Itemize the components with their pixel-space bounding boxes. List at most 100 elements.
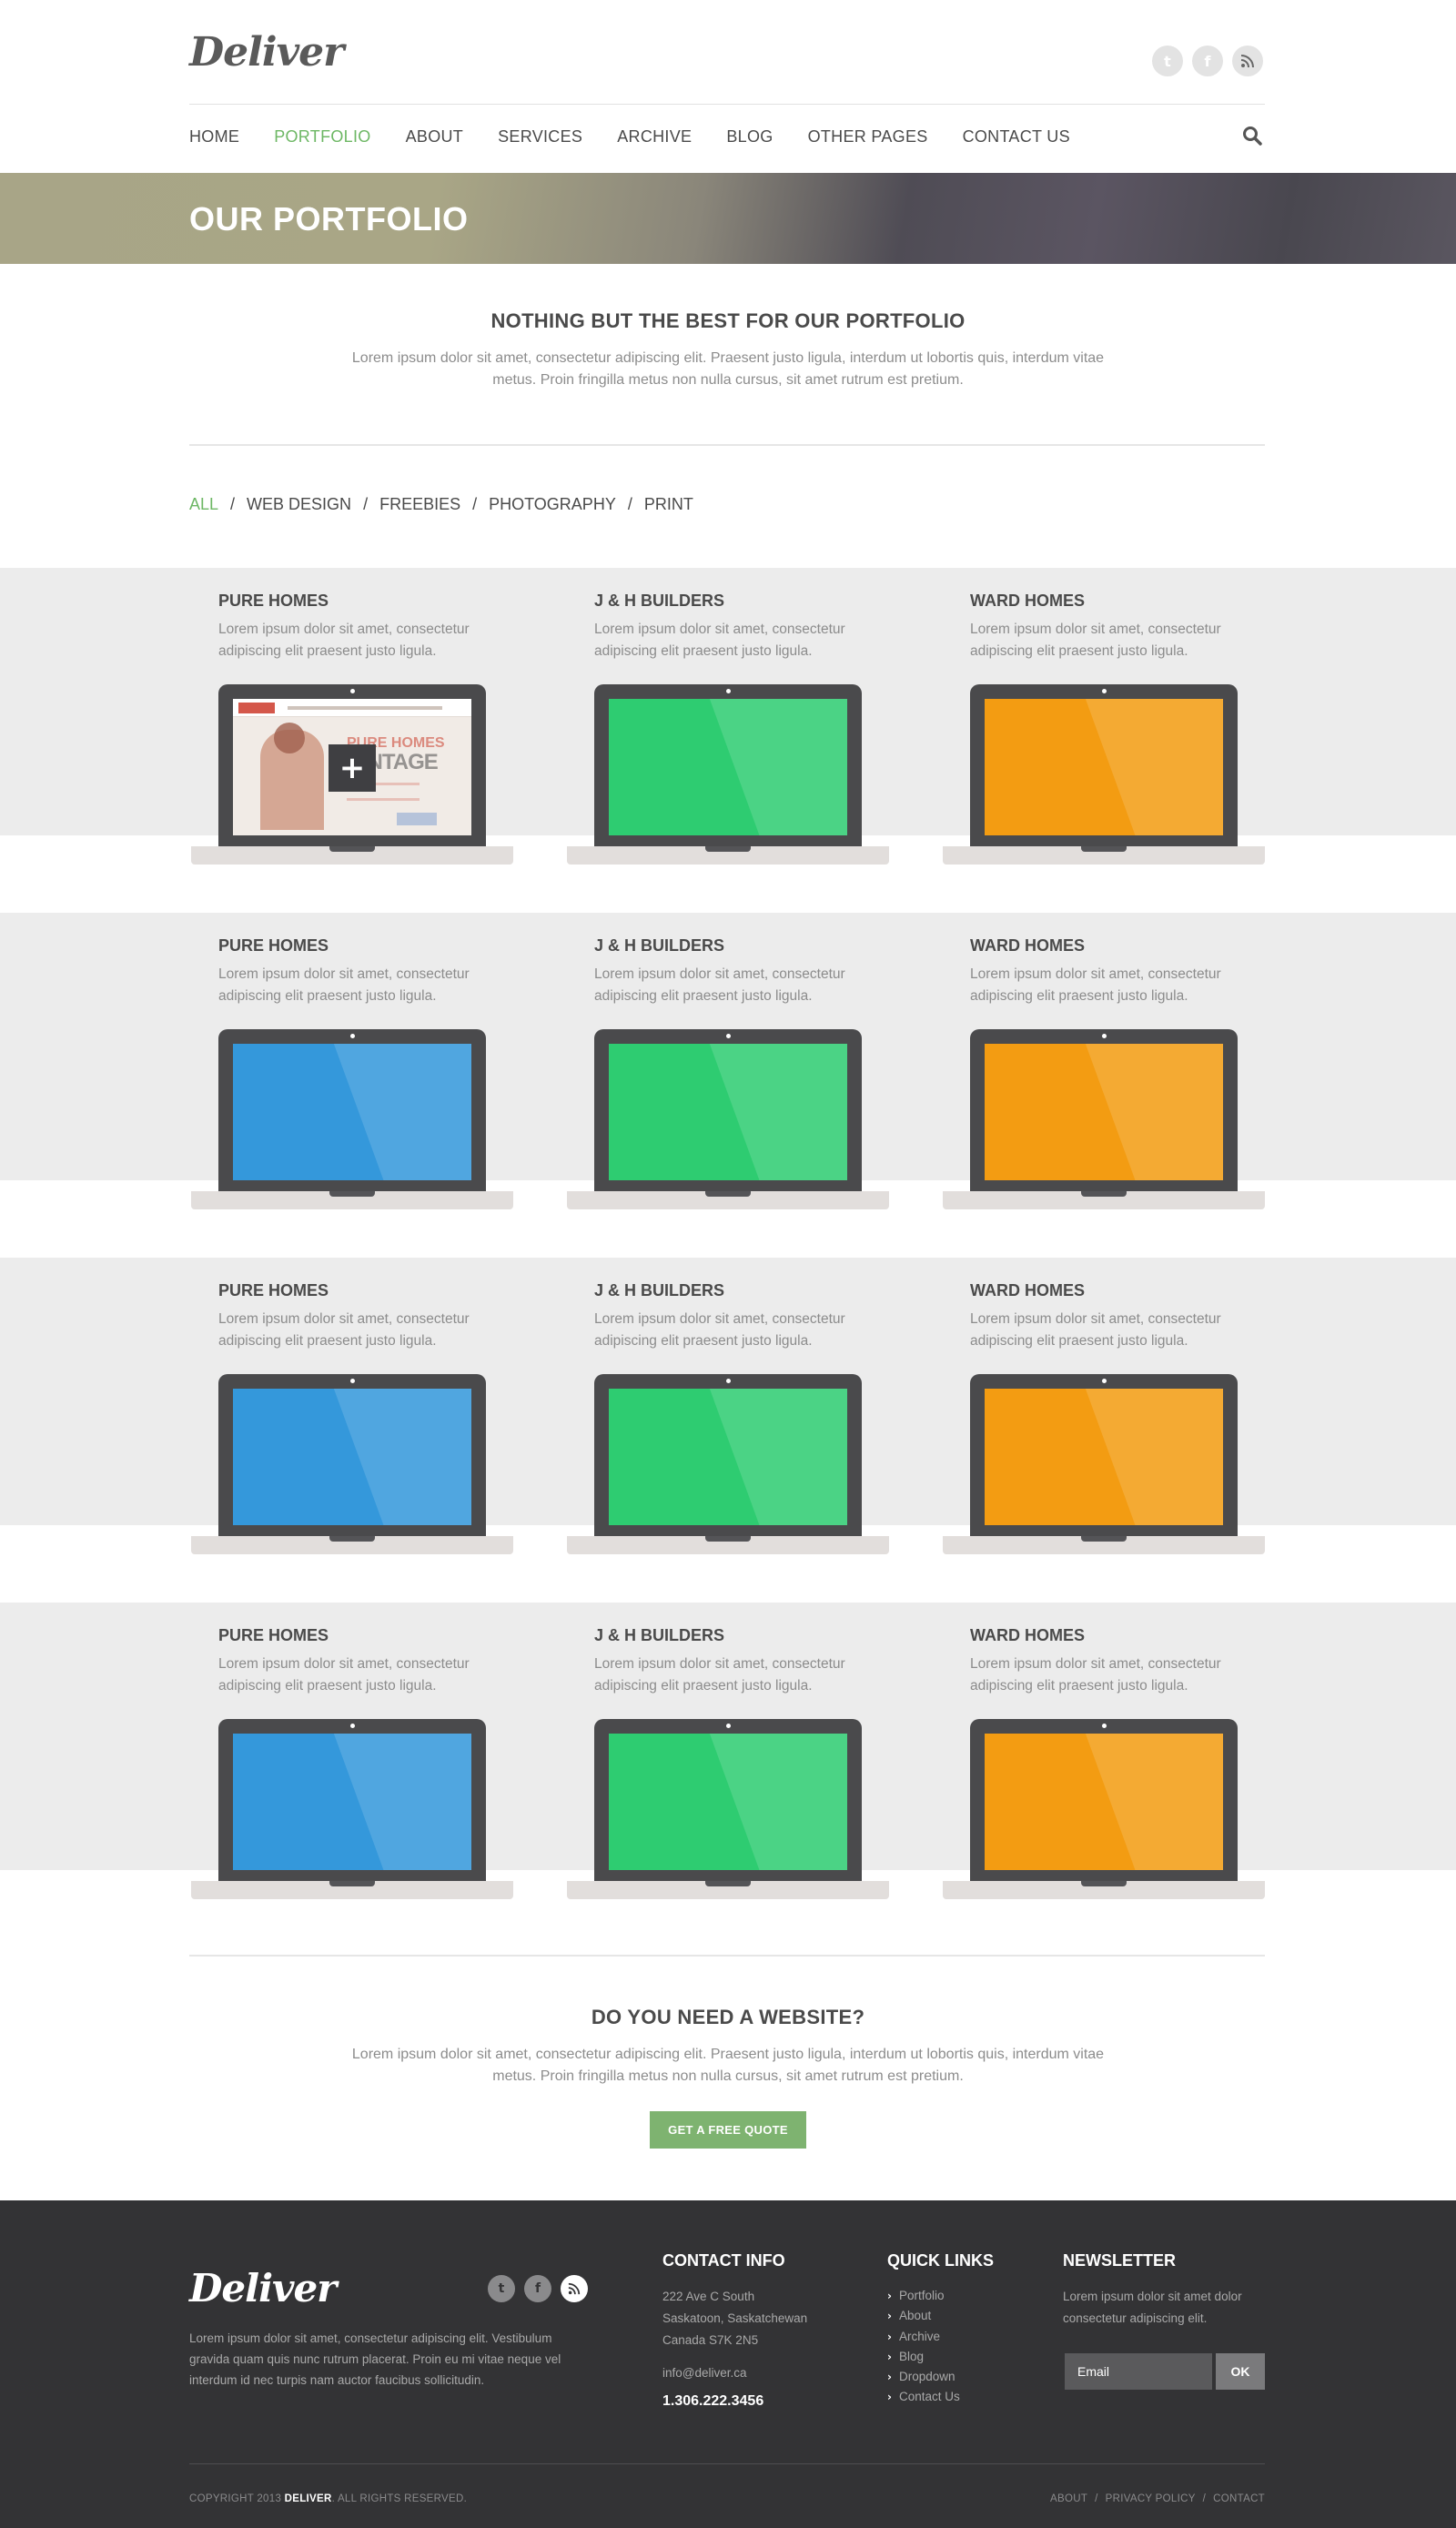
footer-link-privacy-policy[interactable]: PRIVACY POLICY bbox=[1106, 2493, 1196, 2504]
portfolio-item[interactable]: J & H BUILDERS Lorem ipsum dolor sit amet… bbox=[567, 1258, 889, 1602]
site-preview-image: PURE HOMES VANTAGE + bbox=[233, 699, 471, 835]
laptop-camera bbox=[350, 689, 355, 693]
cta-section: DO YOU NEED A WEBSITE? Lorem ipsum dolor… bbox=[0, 2006, 1456, 2149]
portfolio-item-title[interactable]: WARD HOMES bbox=[970, 592, 1085, 611]
filter-photography[interactable]: PHOTOGRAPHY bbox=[489, 495, 616, 514]
footer-link-contact[interactable]: CONTACT bbox=[1213, 2493, 1265, 2504]
rss-icon[interactable] bbox=[1232, 46, 1263, 76]
newsletter-text: Lorem ipsum dolor sit amet dolor consect… bbox=[1063, 2290, 1242, 2325]
intro-text: Lorem ipsum dolor sit amet, consectetur … bbox=[351, 350, 1105, 388]
quick-link-dropdown[interactable]: › Dropdown bbox=[887, 2367, 960, 2387]
portfolio-item[interactable]: WARD HOMES Lorem ipsum dolor sit amet, co… bbox=[943, 1603, 1265, 1947]
plus-icon[interactable]: + bbox=[329, 744, 376, 792]
laptop-mockup[interactable] bbox=[191, 1719, 513, 1901]
nav-item-contact-us[interactable]: CONTACT US bbox=[963, 127, 1070, 147]
nav-item-portfolio[interactable]: PORTFOLIO bbox=[274, 127, 370, 147]
laptop-notch bbox=[1081, 1881, 1127, 1886]
portfolio-item-title[interactable]: J & H BUILDERS bbox=[594, 1281, 724, 1300]
laptop-mockup[interactable] bbox=[191, 1029, 513, 1211]
laptop-notch bbox=[1081, 1191, 1127, 1197]
laptop-mockup[interactable] bbox=[943, 1374, 1265, 1556]
portfolio-item[interactable]: WARD HOMES Lorem ipsum dolor sit amet, co… bbox=[943, 568, 1265, 912]
laptop-screen bbox=[985, 1389, 1223, 1525]
portfolio-item[interactable]: WARD HOMES Lorem ipsum dolor sit amet, co… bbox=[943, 913, 1265, 1257]
portfolio-item-title[interactable]: WARD HOMES bbox=[970, 1626, 1085, 1645]
laptop-lid: PURE HOMES VANTAGE + bbox=[218, 684, 486, 846]
footer-social-links: t f bbox=[488, 2275, 588, 2302]
nav-item-services[interactable]: SERVICES bbox=[498, 127, 582, 147]
laptop-lid bbox=[218, 1374, 486, 1536]
portfolio-item-title[interactable]: J & H BUILDERS bbox=[594, 1626, 724, 1645]
nav-item-about[interactable]: ABOUT bbox=[406, 127, 464, 147]
quick-link-portfolio[interactable]: › Portfolio bbox=[887, 2286, 960, 2306]
laptop-mockup[interactable] bbox=[943, 1719, 1265, 1901]
twitter-icon[interactable]: t bbox=[488, 2275, 515, 2302]
portfolio-item-title[interactable]: J & H BUILDERS bbox=[594, 936, 724, 956]
quick-link-about[interactable]: › About bbox=[887, 2306, 960, 2326]
portfolio-item[interactable]: J & H BUILDERS Lorem ipsum dolor sit amet… bbox=[567, 913, 889, 1257]
nav-item-archive[interactable]: ARCHIVE bbox=[617, 127, 692, 147]
laptop-camera bbox=[350, 1724, 355, 1728]
laptop-mockup[interactable] bbox=[567, 1029, 889, 1211]
filter-separator: / bbox=[627, 495, 632, 513]
rss-icon[interactable] bbox=[561, 2275, 588, 2302]
contact-address-line: Canada S7K 2N5 bbox=[662, 2333, 759, 2347]
portfolio-item[interactable]: J & H BUILDERS Lorem ipsum dolor sit amet… bbox=[567, 1603, 889, 1947]
portfolio-item[interactable]: WARD HOMES Lorem ipsum dolor sit amet, co… bbox=[943, 1258, 1265, 1602]
laptop-mockup[interactable] bbox=[567, 1719, 889, 1901]
site-header: Deliver t f HOME PORTFOLIO ABOUT SERVICE… bbox=[0, 0, 1456, 173]
nav-item-blog[interactable]: BLOG bbox=[726, 127, 773, 147]
laptop-base bbox=[567, 846, 889, 865]
portfolio-filter: ALL / WEB DESIGN / FREEBIES / PHOTOGRAPH… bbox=[189, 495, 693, 514]
portfolio-item[interactable]: PURE HOMES Lorem ipsum dolor sit amet, co… bbox=[191, 568, 513, 912]
filter-all[interactable]: ALL bbox=[189, 495, 218, 514]
portfolio-item-description: Lorem ipsum dolor sit amet, consectetur … bbox=[970, 622, 1221, 659]
filter-web-design[interactable]: WEB DESIGN bbox=[247, 495, 351, 514]
footer-logo[interactable]: Deliver bbox=[189, 2266, 337, 2311]
portfolio-item-title[interactable]: PURE HOMES bbox=[218, 936, 329, 956]
portfolio-item-title[interactable]: WARD HOMES bbox=[970, 936, 1085, 956]
newsletter-submit-button[interactable]: OK bbox=[1216, 2353, 1265, 2390]
portfolio-item-title[interactable]: WARD HOMES bbox=[970, 1281, 1085, 1300]
newsletter-email-input[interactable] bbox=[1065, 2353, 1212, 2390]
screen-glare bbox=[1078, 1734, 1223, 1870]
screen-glare bbox=[703, 1389, 847, 1525]
filter-freebies[interactable]: FREEBIES bbox=[379, 495, 460, 514]
copyright-text: COPYRIGHT 2013 DELIVER. ALL RIGHTS RESER… bbox=[189, 2493, 467, 2504]
search-icon[interactable] bbox=[1241, 125, 1263, 147]
laptop-notch bbox=[329, 1191, 375, 1197]
laptop-mockup[interactable]: PURE HOMES VANTAGE + bbox=[191, 684, 513, 866]
contact-email[interactable]: info@deliver.ca bbox=[662, 2362, 747, 2384]
portfolio-item-title[interactable]: PURE HOMES bbox=[218, 1281, 329, 1300]
filter-print[interactable]: PRINT bbox=[644, 495, 693, 514]
nav-item-other-pages[interactable]: OTHER PAGES bbox=[808, 127, 928, 147]
laptop-mockup[interactable] bbox=[943, 1029, 1265, 1211]
facebook-icon[interactable]: f bbox=[1192, 46, 1223, 76]
laptop-base bbox=[943, 846, 1265, 865]
quick-link-contact-us[interactable]: › Contact Us bbox=[887, 2387, 960, 2407]
portfolio-item-title[interactable]: J & H BUILDERS bbox=[594, 592, 724, 611]
get-quote-button[interactable]: GET A FREE QUOTE bbox=[650, 2111, 806, 2149]
footer-link-about[interactable]: ABOUT bbox=[1050, 2493, 1087, 2504]
portfolio-item[interactable]: PURE HOMES Lorem ipsum dolor sit amet, co… bbox=[191, 913, 513, 1257]
laptop-base bbox=[191, 1881, 513, 1899]
portfolio-item-title[interactable]: PURE HOMES bbox=[218, 592, 329, 611]
laptop-notch bbox=[705, 1191, 751, 1197]
quick-link-archive[interactable]: › Archive bbox=[887, 2327, 960, 2347]
footer-divider bbox=[189, 2463, 1265, 2464]
nav-item-home[interactable]: HOME bbox=[189, 127, 239, 147]
laptop-mockup[interactable] bbox=[567, 1374, 889, 1556]
portfolio-item[interactable]: PURE HOMES Lorem ipsum dolor sit amet, co… bbox=[191, 1258, 513, 1602]
portfolio-item-title[interactable]: PURE HOMES bbox=[218, 1626, 329, 1645]
portfolio-item[interactable]: J & H BUILDERS Lorem ipsum dolor sit amet… bbox=[567, 568, 889, 912]
laptop-mockup[interactable] bbox=[943, 684, 1265, 866]
twitter-icon[interactable]: t bbox=[1152, 46, 1183, 76]
portfolio-item[interactable]: PURE HOMES Lorem ipsum dolor sit amet, co… bbox=[191, 1603, 513, 1947]
portfolio-item-description: Lorem ipsum dolor sit amet, consectetur … bbox=[970, 1656, 1221, 1694]
site-logo[interactable]: Deliver bbox=[189, 29, 344, 76]
quick-link-blog[interactable]: › Blog bbox=[887, 2347, 960, 2367]
facebook-icon[interactable]: f bbox=[524, 2275, 551, 2302]
laptop-notch bbox=[705, 1881, 751, 1886]
laptop-mockup[interactable] bbox=[191, 1374, 513, 1556]
laptop-mockup[interactable] bbox=[567, 684, 889, 866]
